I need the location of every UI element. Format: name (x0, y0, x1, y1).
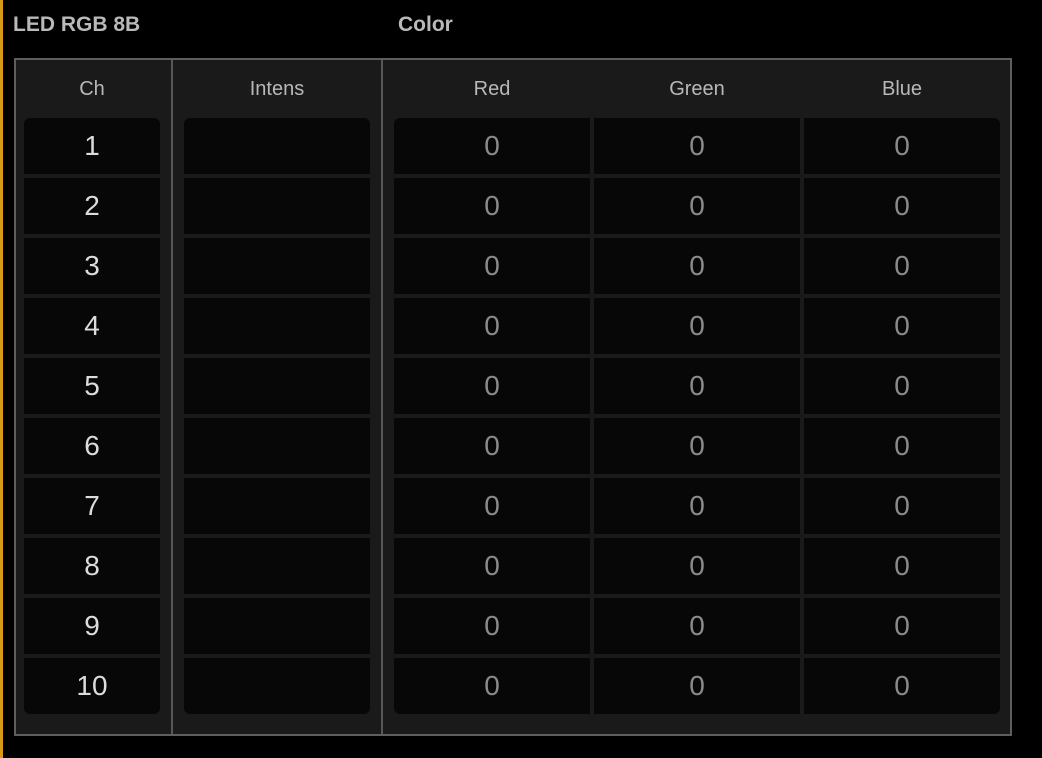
blue-value-cell[interactable]: 0 (804, 298, 1000, 354)
blue-value-cell[interactable]: 0 (804, 658, 1000, 714)
column-header-green: Green (669, 78, 725, 100)
fixture-type-title: LED RGB 8B (13, 13, 141, 36)
red-value-cell[interactable]: 0 (394, 658, 590, 714)
intensity-cell[interactable] (184, 658, 370, 714)
red-value-cell[interactable]: 0 (394, 238, 590, 294)
blue-value-cell[interactable]: 0 (804, 478, 1000, 534)
channel-row: 1 0 0 0 (16, 118, 1010, 174)
channel-row: 3 0 0 0 (16, 238, 1010, 294)
green-value-cell[interactable]: 0 (594, 178, 800, 234)
channel-row: 4 0 0 0 (16, 298, 1010, 354)
intensity-cell[interactable] (184, 538, 370, 594)
channel-row: 8 0 0 0 (16, 538, 1010, 594)
window-accent-edge (0, 0, 3, 758)
red-value-cell[interactable]: 0 (394, 178, 590, 234)
blue-value-cell[interactable]: 0 (804, 538, 1000, 594)
channel-row: 6 0 0 0 (16, 418, 1010, 474)
intensity-cell[interactable] (184, 358, 370, 414)
red-value-cell[interactable]: 0 (394, 418, 590, 474)
green-value-cell[interactable]: 0 (594, 538, 800, 594)
channel-number-cell[interactable]: 1 (24, 118, 160, 174)
channel-number-cell[interactable]: 7 (24, 478, 160, 534)
green-value-cell[interactable]: 0 (594, 118, 800, 174)
red-value-cell[interactable]: 0 (394, 598, 590, 654)
intensity-cell[interactable] (184, 478, 370, 534)
red-value-cell[interactable]: 0 (394, 298, 590, 354)
intensity-cell[interactable] (184, 238, 370, 294)
blue-value-cell[interactable]: 0 (804, 418, 1000, 474)
green-value-cell[interactable]: 0 (594, 658, 800, 714)
channel-number-cell[interactable]: 8 (24, 538, 160, 594)
blue-value-cell[interactable]: 0 (804, 238, 1000, 294)
channel-number-cell[interactable]: 2 (24, 178, 160, 234)
red-value-cell[interactable]: 0 (394, 358, 590, 414)
green-value-cell[interactable]: 0 (594, 598, 800, 654)
column-header-ch: Ch (79, 78, 105, 100)
column-header-blue: Blue (881, 78, 923, 100)
column-header-red: Red (473, 78, 511, 100)
red-value-cell[interactable]: 0 (394, 478, 590, 534)
red-value-cell[interactable]: 0 (394, 118, 590, 174)
channel-number-cell[interactable]: 4 (24, 298, 160, 354)
blue-value-cell[interactable]: 0 (804, 118, 1000, 174)
channel-sheet: Ch Intens Red Green Blue 1 0 0 0 2 0 0 0… (14, 58, 1012, 736)
intensity-cell[interactable] (184, 178, 370, 234)
blue-value-cell[interactable]: 0 (804, 178, 1000, 234)
green-value-cell[interactable]: 0 (594, 298, 800, 354)
green-value-cell[interactable]: 0 (594, 358, 800, 414)
intensity-cell[interactable] (184, 298, 370, 354)
blue-value-cell[interactable]: 0 (804, 358, 1000, 414)
channel-row: 10 0 0 0 (16, 658, 1010, 714)
channel-number-cell[interactable]: 6 (24, 418, 160, 474)
green-value-cell[interactable]: 0 (594, 478, 800, 534)
red-value-cell[interactable]: 0 (394, 538, 590, 594)
channel-number-cell[interactable]: 9 (24, 598, 160, 654)
green-value-cell[interactable]: 0 (594, 238, 800, 294)
green-value-cell[interactable]: 0 (594, 418, 800, 474)
channel-number-cell[interactable]: 5 (24, 358, 160, 414)
channel-row: 2 0 0 0 (16, 178, 1010, 234)
intensity-cell[interactable] (184, 118, 370, 174)
color-section-title: Color (398, 13, 453, 36)
channel-row: 7 0 0 0 (16, 478, 1010, 534)
channel-row: 5 0 0 0 (16, 358, 1010, 414)
channel-number-cell[interactable]: 10 (24, 658, 160, 714)
intensity-cell[interactable] (184, 418, 370, 474)
column-header-intens: Intens (249, 78, 305, 100)
intensity-cell[interactable] (184, 598, 370, 654)
blue-value-cell[interactable]: 0 (804, 598, 1000, 654)
channel-number-cell[interactable]: 3 (24, 238, 160, 294)
channel-row: 9 0 0 0 (16, 598, 1010, 654)
